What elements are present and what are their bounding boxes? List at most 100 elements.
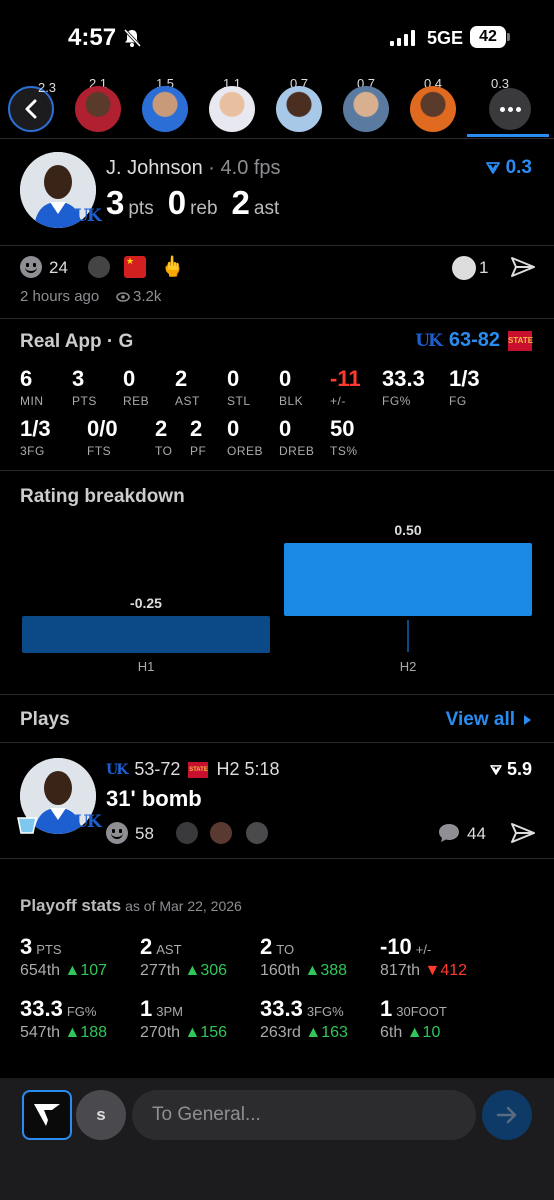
play-rating: 5.9 [490,759,532,780]
category-label: H2 [400,659,417,674]
box-stat-12: 2 PF [190,416,207,458]
more-icon [499,106,505,112]
comment-count: 44 [467,824,486,843]
message-composer: s [0,1078,554,1200]
send-icon[interactable] [510,822,536,844]
box-stat-15: 50 TS% [330,416,358,458]
home-team-logo: UK [106,761,128,778]
strip-player-5[interactable]: 0.7 [343,76,389,132]
box-stat-9: 1/3 3FG [20,416,51,458]
rating-v-icon [490,764,502,775]
view-count: 3.2k [116,288,161,305]
strip-player-1[interactable]: 2.1 [75,76,121,132]
box-stat-8: 1/3 FG [449,366,480,408]
strip-player-4[interactable]: 0.7 [276,76,322,132]
post-time: 2 hours ago [20,288,100,305]
playoff-title: Playoff stats as of Mar 22, 2026 [20,896,242,915]
bar-value-label: -0.25 [130,595,162,611]
china-flag-emoji-icon[interactable] [124,256,146,278]
reb-label: reb [190,198,218,219]
away-team-logo: STATE [508,330,533,351]
play-reaction-count: 58 [135,824,154,843]
box-stat-3: 2 AST [175,366,200,408]
player-statline: 3 pts 0 reb 2 ast [106,184,279,222]
play-card[interactable]: UK UK 53-72 STATE H2 5:18 31' bomb 5.9 5… [0,742,554,854]
player-avatar [75,86,121,132]
battery-icon: 42 [470,26,510,48]
view-all-link[interactable]: View all [446,709,532,731]
app-logo-icon [34,1104,60,1126]
status-bar: 4:57 5GE 42 [0,0,554,74]
reaction-count: 24 [49,258,68,277]
pts-label: pts [128,198,154,219]
player-header: UK J. Johnson · 4.0 fps 3 pts 0 reb 2 ast 0… [0,140,554,245]
box-stat-14: 0 DREB [279,416,315,458]
game-score[interactable]: UK 63-82 STATE [415,329,533,352]
divider [0,318,554,319]
away-team-logo: STATE [188,761,209,778]
arrow-right-icon [496,1106,517,1124]
plays-title: Plays [20,709,70,730]
box-stat-10: 0/0 FTS [87,416,118,458]
rating-breakdown-chart: -0.25 H1 0.50 H2 [22,522,532,674]
bell-muted-icon [123,28,142,48]
divider [0,245,554,246]
chevron-left-icon [25,99,37,119]
bucket-icon [17,817,37,834]
reaction-avatar [210,822,232,844]
box-stat-4: 0 STL [227,366,251,408]
finger-emoji-icon[interactable]: 🖕 [160,256,185,278]
smiley-reaction-icon[interactable] [20,256,42,278]
team-logo: UK [74,206,102,226]
selected-indicator [467,134,549,137]
box-stat-13: 0 OREB [227,416,264,458]
smiley-reaction-icon[interactable] [106,822,128,844]
ast-value: 2 [231,184,250,221]
app-label: Real App · G [20,331,134,352]
player-fps: 4.0 fps [220,157,281,179]
play-meta: UK 53-72 STATE H2 5:18 [106,759,280,779]
strip-rating-0: 2.3 [37,80,57,95]
app-logo-button[interactable] [22,1090,72,1140]
app-logo-icon[interactable] [452,256,476,280]
box-stat-1: 3 PTS [72,366,97,408]
message-input[interactable] [132,1090,476,1140]
box-stat-5: 0 BLK [279,366,304,408]
box-stat-6: -11 +/- [330,366,361,408]
play-title: 31' bomb [106,786,202,811]
ninja-emoji-icon[interactable] [88,256,110,278]
send-icon[interactable] [510,256,536,278]
player-strip: 2.3 2.1 1.5 1.1 0.7 0.7 0.4 0.3 [0,74,554,138]
player-name: J. Johnson [106,157,203,179]
player-rating: 0.3 [485,157,532,179]
status-time: 4:57 [68,24,117,51]
send-button[interactable] [482,1090,532,1140]
playoff-stat-0: 3 PTS 654th ▲107 [20,934,108,979]
playoff-stats: Playoff stats as of Mar 22, 2026 3 PTS 654t… [20,896,540,1041]
play-clock: H2 5:18 [216,759,280,779]
category-label: H1 [138,659,155,674]
strip-player-2[interactable]: 1.5 [142,76,188,132]
strip-player-3[interactable]: 1.1 [209,76,255,132]
reaction-avatar [176,822,198,844]
player-avatar [343,86,389,132]
team-logo: UK [74,812,102,832]
more-options-button[interactable] [489,88,531,130]
app-reaction-count: 1 [479,258,489,277]
bar-H2 [284,543,532,616]
divider [0,470,554,471]
playoff-stat-5: 1 3PM 270th ▲156 [140,996,228,1041]
divider [0,858,554,859]
pts-value: 3 [106,184,125,221]
strip-player-6[interactable]: 0.4 [410,76,456,132]
comment-icon[interactable] [437,822,461,844]
user-avatar[interactable]: s [76,1090,126,1140]
bar-value-label: 0.50 [394,522,421,538]
player-name-line[interactable]: J. Johnson · 4.0 fps [106,157,281,180]
playoff-as-of: as of Mar 22, 2026 [125,898,242,914]
home-team-logo: UK [415,330,443,351]
rating-v-icon [485,162,500,174]
box-stat-2: 0 REB [123,366,150,408]
playoff-stat-1: 2 AST 277th ▲306 [140,934,228,979]
box-stat-0: 6 MIN [20,366,44,408]
